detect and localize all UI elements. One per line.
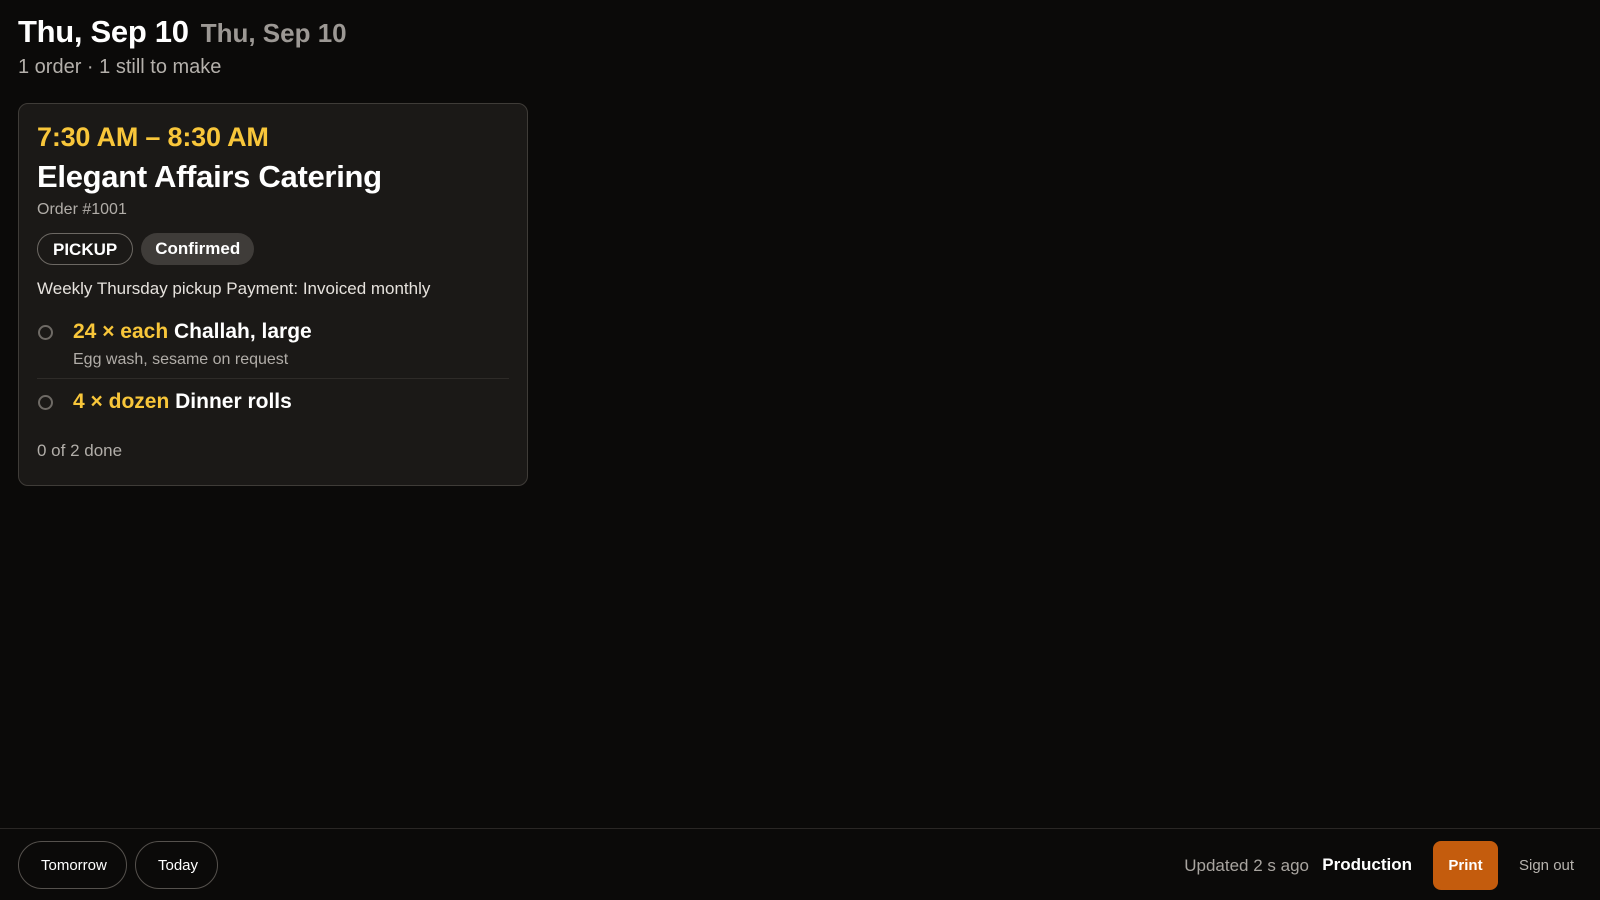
order-number: Order #1001 <box>37 201 127 218</box>
item-line: 24 × each Challah, large <box>73 320 312 344</box>
pickup-badge: PICKUP <box>37 233 134 265</box>
order-time-range: 7:30 AM – 8:30 AM <box>37 122 269 152</box>
item-name: Dinner rolls <box>175 390 292 413</box>
bottom-toolbar: Tomorrow Today Updated 2 s ago Productio… <box>0 828 1600 900</box>
item-body: 24 × each Challah, large Egg wash, sesam… <box>73 320 312 369</box>
item-line: 4 × dozen Dinner rolls <box>73 390 292 414</box>
today-button[interactable]: Today <box>135 841 218 889</box>
item-quantity: 4 × dozen <box>73 390 170 413</box>
tomorrow-button[interactable]: Tomorrow <box>18 841 127 889</box>
order-card: 7:30 AM – 8:30 AM Elegant Affairs Cateri… <box>18 103 528 486</box>
item-note: Egg wash, sesame on request <box>73 351 289 368</box>
item-name: Challah, large <box>174 320 312 343</box>
sign-out-link[interactable]: Sign out <box>1519 857 1574 874</box>
print-button[interactable]: Print <box>1433 841 1498 890</box>
customer-name: Elegant Affairs Catering <box>37 159 382 194</box>
radio-circle-icon[interactable] <box>38 395 53 410</box>
updated-status: Updated 2 s ago <box>1184 856 1309 875</box>
production-link[interactable]: Production <box>1322 855 1412 875</box>
radio-circle-icon[interactable] <box>38 325 53 340</box>
order-notes: Weekly Thursday pickup Payment: Invoiced… <box>37 279 431 298</box>
page-title: Thu, Sep 10 <box>18 14 189 49</box>
item-body: 4 × dozen Dinner rolls <box>73 390 292 414</box>
order-badges: PICKUP Confirmed <box>37 233 509 265</box>
item-quantity: 24 × each <box>73 320 169 343</box>
order-item[interactable]: 24 × each Challah, large Egg wash, sesam… <box>37 309 509 378</box>
page-header: Thu, Sep 10 Thu, Sep 10 1 order · 1 stil… <box>18 14 347 79</box>
item-progress: 0 of 2 done <box>37 441 123 460</box>
title-row: Thu, Sep 10 Thu, Sep 10 <box>18 14 347 50</box>
order-summary: 1 order · 1 still to make <box>18 56 222 78</box>
status-badge: Confirmed <box>141 233 255 265</box>
page-subtitle-date: Thu, Sep 10 <box>200 18 347 48</box>
production-page: Thu, Sep 10 Thu, Sep 10 1 order · 1 stil… <box>0 0 1600 900</box>
order-items-list: 24 × each Challah, large Egg wash, sesam… <box>37 309 509 423</box>
order-item[interactable]: 4 × dozen Dinner rolls <box>37 378 509 423</box>
